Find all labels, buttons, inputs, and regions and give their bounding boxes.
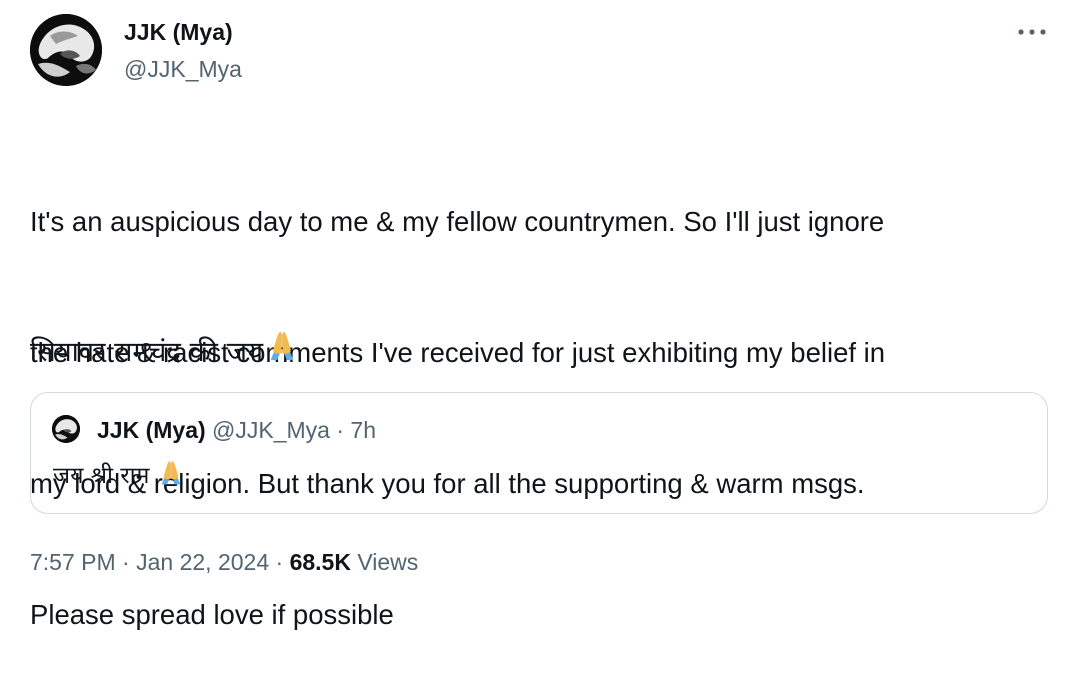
quote-text: जय श्री राम <box>53 458 185 494</box>
more-icon <box>1018 29 1046 35</box>
quoted-tweet[interactable]: JJK (Mya) @JJK_Mya · 7h जय श्री राम <box>30 392 1048 514</box>
hindi-text: सियावर रामचंद्र की जय <box>30 335 264 368</box>
folded-hands-icon <box>265 328 299 375</box>
separator: · <box>269 549 290 575</box>
display-name[interactable]: JJK (Mya) <box>124 17 233 47</box>
tweet-footer: 7:57 PM · Jan 22, 2024 · 68.5K Views <box>30 546 418 578</box>
quote-meta: @JJK_Mya · 7h <box>212 417 377 443</box>
quote-avatar-image <box>52 415 80 443</box>
quote-header: JJK (Mya) @JJK_Mya · 7h <box>97 415 376 445</box>
tweet-date[interactable]: Jan 22, 2024 <box>136 549 269 575</box>
quote-hindi-text: जय श्री राम <box>53 463 150 489</box>
handle[interactable]: @JJK_Mya <box>124 54 242 84</box>
quote-display-name: JJK (Mya) <box>97 417 206 443</box>
tweet-time[interactable]: 7:57 PM <box>30 549 116 575</box>
folded-hands-icon <box>157 458 185 494</box>
tweet-hindi-line: सियावर रामचंद्र की जय <box>30 328 299 375</box>
avatar[interactable] <box>30 14 102 86</box>
views-label: Views <box>350 549 419 575</box>
tweet-line: Please spread love if possible <box>30 598 394 630</box>
separator: · <box>115 549 137 575</box>
tweet-line: It's an auspicious day to me & my fellow… <box>30 206 885 238</box>
avatar-image <box>30 14 102 86</box>
quote-avatar[interactable] <box>52 415 80 443</box>
views-count: 68.5K <box>289 549 351 575</box>
more-options-button[interactable] <box>1012 18 1052 46</box>
